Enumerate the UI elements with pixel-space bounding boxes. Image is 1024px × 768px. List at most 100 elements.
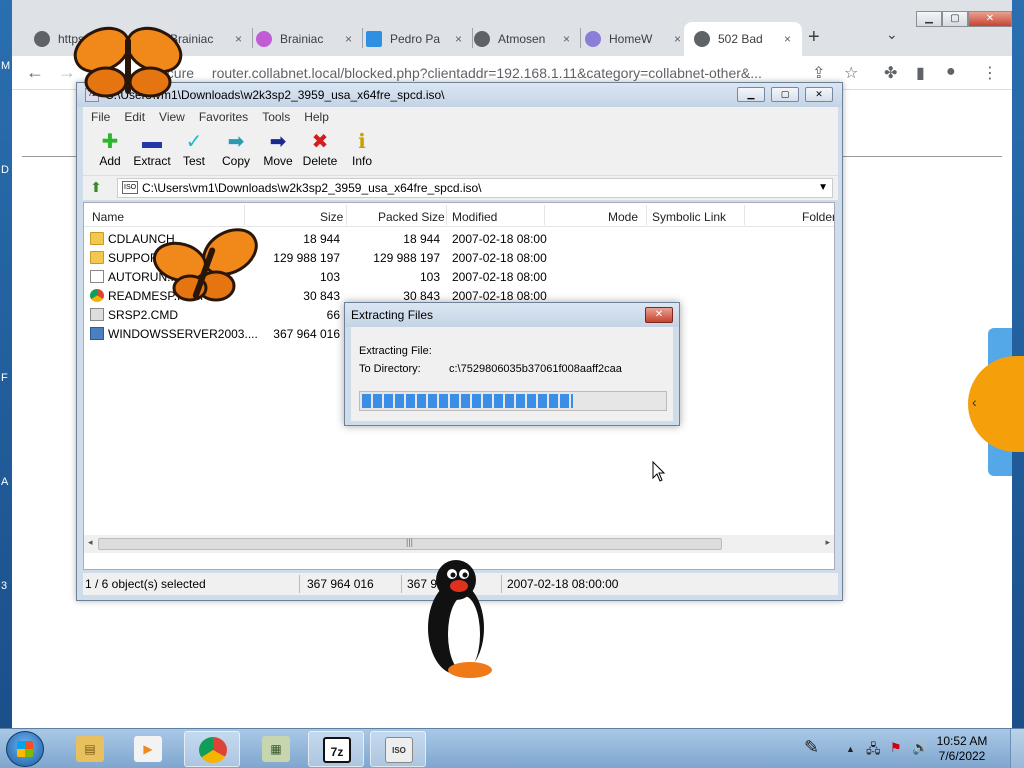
dialog-title-bar[interactable]: Extracting Files ✕	[345, 303, 679, 327]
back-button[interactable]: ←	[26, 62, 44, 83]
taskbar-iso-file[interactable]: ISO	[370, 731, 426, 767]
desktop-left-edge: M D F A 3	[0, 0, 12, 728]
tab-close-icon[interactable]: ×	[674, 32, 681, 46]
network-icon[interactable]: 🖧	[866, 740, 881, 762]
show-desktop-button[interactable]	[1010, 729, 1024, 768]
horizontal-scrollbar[interactable]: ◂ ||| ▸	[84, 535, 834, 553]
column-header-mode[interactable]: Mode	[608, 210, 638, 224]
minimize-button[interactable]: ▁	[737, 87, 765, 102]
bookmark-star-icon[interactable]: ☆	[844, 63, 858, 83]
clock-time: 10:52 AM	[936, 734, 988, 748]
menu-bar: File Edit View Favorites Tools Help	[83, 107, 838, 126]
desktop-icon-label: 3	[1, 580, 8, 592]
system-clock[interactable]: 10:52 AM 7/6/2022	[932, 734, 992, 764]
maximize-button[interactable]: ▢	[771, 87, 799, 102]
column-header-name[interactable]: Name	[92, 210, 124, 224]
folder-icon	[90, 251, 104, 264]
pen-tablet-icon[interactable]: ✎	[804, 737, 819, 758]
browser-tab-active[interactable]: 502 Bad ×	[684, 22, 802, 56]
close-button[interactable]: ✕	[805, 87, 833, 102]
browser-tab[interactable]: HomeW ×	[575, 22, 691, 56]
minus-icon: ▬	[142, 131, 162, 153]
extract-button[interactable]: ▬ Extract	[128, 130, 176, 168]
file-modified: 2007-02-18 08:00	[452, 289, 547, 303]
taskbar-network-tool[interactable]: ▦	[248, 731, 304, 767]
globe-icon	[34, 31, 50, 47]
tab-close-icon[interactable]: ×	[345, 32, 352, 46]
tab-close-icon[interactable]: ×	[784, 32, 791, 46]
maximize-button[interactable]: ▢	[942, 11, 968, 27]
action-center-flag-icon[interactable]: ⚑	[890, 740, 902, 756]
volume-icon[interactable]: 🔊	[912, 740, 928, 756]
test-button[interactable]: ✓ Test	[170, 130, 218, 168]
desktop-icon-label: D	[1, 164, 9, 176]
copy-button[interactable]: ➡ Copy	[212, 130, 260, 168]
wifi-icon	[585, 31, 601, 47]
menu-favorites[interactable]: Favorites	[191, 107, 254, 124]
info-icon: ℹ	[358, 131, 366, 153]
info-button[interactable]: ℹ Info	[338, 130, 386, 168]
tab-title: Atmosen	[498, 32, 546, 46]
menu-edit[interactable]: Edit	[116, 107, 151, 124]
scroll-left-icon[interactable]: ◂	[88, 537, 93, 548]
move-button[interactable]: ➡ Move	[254, 130, 302, 168]
tab-title: Brainiac	[280, 32, 324, 46]
taskbar-media-player[interactable]: ▶	[120, 731, 176, 767]
side-panel-icon[interactable]: ▮	[916, 63, 925, 83]
delete-button[interactable]: ✖ Delete	[296, 130, 344, 168]
tab-search-button[interactable]: ⌄	[886, 26, 898, 43]
file-modified: 2007-02-18 08:00	[452, 270, 547, 284]
close-button[interactable]: ✕	[968, 11, 1012, 27]
x-icon: ✖	[311, 131, 329, 153]
arrow-right-icon: ➡	[269, 131, 287, 153]
column-header-modified[interactable]: Modified	[452, 210, 497, 224]
column-header-packed-size[interactable]: Packed Size	[378, 210, 445, 224]
folder-up-icon[interactable]: ⬆	[87, 179, 105, 197]
pedro-icon	[366, 31, 382, 47]
status-size: 367 964 016	[307, 577, 374, 591]
browser-tab[interactable]: Atmosen ×	[464, 22, 580, 56]
file-packed-size: 129 988 197	[373, 251, 440, 265]
scroll-right-icon[interactable]: ▸	[825, 537, 830, 548]
tool-label: Info	[351, 154, 372, 168]
toolbar: ✚ Add ▬ Extract ✓ Test ➡ Copy ➡ Move ✖ D…	[83, 126, 838, 176]
menu-view[interactable]: View	[151, 107, 191, 124]
tab-title: 502 Bad	[718, 32, 763, 46]
tab-close-icon[interactable]: ×	[455, 32, 462, 46]
chrome-icon	[199, 737, 227, 763]
title-bar[interactable]: 7z C:\Users\vm1\Downloads\w2k3sp2_3959_u…	[77, 83, 842, 107]
column-header-size[interactable]: Size	[320, 210, 343, 224]
start-button[interactable]	[6, 731, 44, 767]
dialog-body: Extracting File: To Directory: c:\752980…	[351, 327, 673, 421]
browser-tab[interactable]: Pedro Pa ×	[356, 22, 472, 56]
browser-tab[interactable]: Brainiac ×	[246, 22, 362, 56]
menu-icon[interactable]: ⋮	[982, 63, 998, 83]
tab-close-icon[interactable]: ×	[235, 32, 242, 46]
column-header-folder[interactable]: Folder	[802, 210, 834, 224]
tool-label: Copy	[221, 154, 250, 168]
add-button[interactable]: ✚ Add	[86, 130, 134, 168]
tray-expand-icon[interactable]: ▲	[846, 744, 855, 754]
menu-help[interactable]: Help	[296, 107, 335, 124]
dropdown-arrow-icon[interactable]: ▼	[818, 179, 828, 197]
column-header-symbolic-link[interactable]: Symbolic Link	[652, 210, 726, 224]
taskbar-chrome[interactable]	[184, 731, 240, 767]
minimize-button[interactable]: ▁	[916, 11, 942, 27]
new-tab-button[interactable]: +	[808, 26, 820, 49]
menu-tools[interactable]: Tools	[254, 107, 296, 124]
file-packed-size: 30 843	[403, 289, 440, 303]
share-icon[interactable]: ⇪	[812, 63, 825, 83]
tool-label: Extract	[133, 154, 171, 168]
profile-avatar[interactable]: ●	[946, 63, 956, 81]
extensions-icon[interactable]: ✤	[884, 63, 897, 83]
chevron-left-icon[interactable]: ‹	[972, 394, 977, 410]
menu-file[interactable]: File	[83, 107, 116, 124]
file-packed-size: 18 944	[403, 232, 440, 246]
url-text: router.collabnet.local/blocked.php?clien…	[211, 65, 762, 81]
taskbar-explorer[interactable]: ▤	[62, 731, 118, 767]
dialog-close-button[interactable]: ✕	[645, 307, 673, 323]
file-size: 103	[319, 270, 340, 284]
path-combo[interactable]: ISO C:\Users\vm1\Downloads\w2k3sp2_3959_…	[117, 178, 833, 198]
tab-close-icon[interactable]: ×	[563, 32, 570, 46]
taskbar-7zip[interactable]: 7z	[308, 731, 364, 767]
